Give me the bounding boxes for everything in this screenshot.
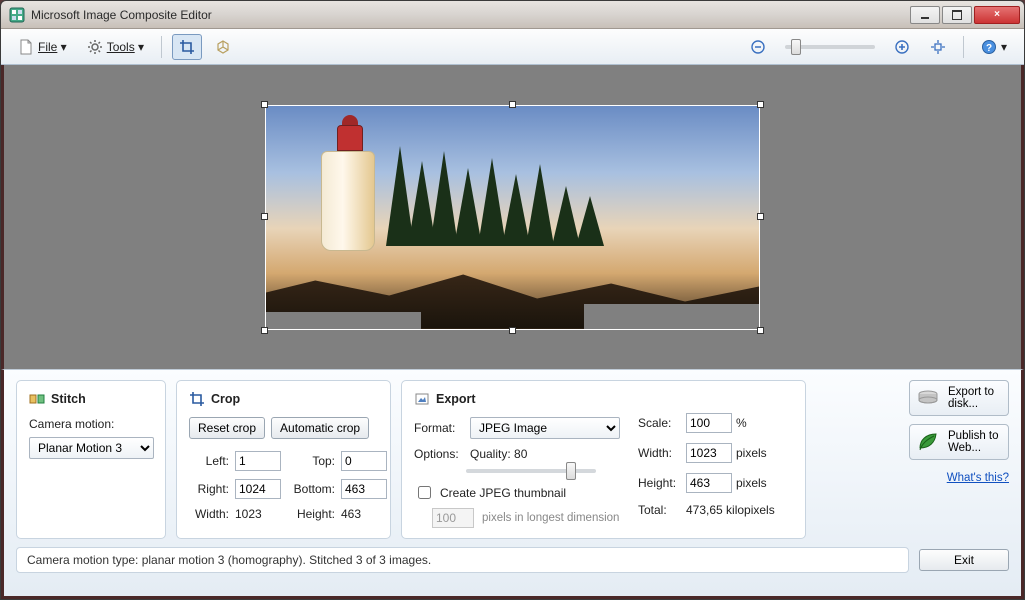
quality-slider-thumb[interactable] (566, 462, 576, 480)
tools-menu[interactable]: Tools ▾ (80, 34, 151, 60)
stitch-heading: Stitch (51, 392, 86, 406)
quality-label: Quality: 80 (470, 447, 527, 461)
app-window: Microsoft Image Composite Editor × File … (0, 0, 1025, 600)
crop-icon (179, 39, 195, 55)
zoom-out-button[interactable] (743, 34, 773, 60)
export-height-label: Height: (638, 476, 686, 490)
maximize-button[interactable] (942, 6, 972, 24)
camera-motion-select[interactable]: Planar Motion 3 (29, 437, 154, 459)
crop-right-input[interactable] (235, 479, 281, 499)
zoom-slider-thumb[interactable] (791, 39, 801, 55)
crop-width-value: 1023 (235, 507, 285, 521)
crop-handle[interactable] (757, 213, 764, 220)
crop-handle[interactable] (261, 101, 268, 108)
file-icon (18, 39, 34, 55)
close-button[interactable]: × (974, 6, 1020, 24)
app-icon (9, 7, 25, 23)
export-total-value: 473,65 kilopixels (686, 503, 806, 517)
stitch-panel: Stitch Camera motion: Planar Motion 3 (16, 380, 166, 539)
export-total-label: Total: (638, 503, 686, 517)
zoom-slider[interactable] (785, 45, 875, 49)
export-icon (414, 391, 430, 407)
export-panel: Export Format: JPEG Image Options: Quali… (401, 380, 806, 539)
crop-top-label: Top: (289, 454, 337, 468)
rotate-tool-button[interactable] (208, 34, 238, 60)
crop-handle[interactable] (757, 327, 764, 334)
thumbnail-checkbox-row[interactable]: Create JPEG thumbnail (414, 483, 620, 502)
export-to-disk-label: Export to disk... (948, 386, 1002, 410)
crop-width-label: Width: (189, 507, 231, 521)
zoom-in-button[interactable] (887, 34, 917, 60)
window-title: Microsoft Image Composite Editor (31, 8, 908, 22)
thumbnail-checkbox-label: Create JPEG thumbnail (440, 486, 566, 500)
camera-motion-label: Camera motion: (29, 417, 153, 431)
crop-handle[interactable] (509, 327, 516, 334)
whats-this-link[interactable]: What's this? (909, 472, 1009, 484)
crop-height-value: 463 (341, 507, 391, 521)
crop-selection[interactable] (265, 105, 760, 330)
thumbnail-suffix: pixels in longest dimension (482, 512, 619, 524)
format-label: Format: (414, 421, 464, 435)
export-width-unit: pixels (736, 446, 806, 460)
help-icon: ? (981, 39, 997, 55)
crop-top-input[interactable] (341, 451, 387, 471)
thumbnail-size-input (432, 508, 474, 528)
zoom-in-icon (894, 39, 910, 55)
file-menu[interactable]: File ▾ (11, 34, 74, 60)
crop-handle[interactable] (261, 327, 268, 334)
format-select[interactable]: JPEG Image (470, 417, 620, 439)
export-width-label: Width: (638, 446, 686, 460)
automatic-crop-button[interactable]: Automatic crop (271, 417, 369, 439)
export-height-unit: pixels (736, 476, 806, 490)
options-label: Options: (414, 447, 464, 461)
crop-handle[interactable] (261, 213, 268, 220)
export-heading: Export (436, 392, 476, 406)
crop-icon (189, 391, 205, 407)
cube-icon (215, 39, 231, 55)
export-height-input[interactable] (686, 473, 732, 493)
crop-bottom-label: Bottom: (289, 482, 337, 496)
side-actions: Export to disk... Publish to Web... What… (909, 380, 1009, 539)
export-to-disk-button[interactable]: Export to disk... (909, 380, 1009, 416)
panel-strip: Stitch Camera motion: Planar Motion 3 Cr… (1, 369, 1024, 599)
help-menu[interactable]: ? ▾ (974, 34, 1014, 60)
scale-input[interactable] (686, 413, 732, 433)
publish-to-web-label: Publish to Web... (948, 430, 1002, 454)
minimize-button[interactable] (910, 6, 940, 24)
crop-tool-button[interactable] (172, 34, 202, 60)
reset-crop-button[interactable]: Reset crop (189, 417, 265, 439)
fit-button[interactable] (923, 34, 953, 60)
toolbar: File ▾ Tools ▾ ? ▾ (1, 29, 1024, 65)
canvas-area[interactable] (1, 65, 1024, 369)
thumbnail-checkbox[interactable] (418, 486, 431, 499)
crop-left-input[interactable] (235, 451, 281, 471)
status-bar: Camera motion type: planar motion 3 (hom… (16, 547, 909, 573)
zoom-out-icon (750, 39, 766, 55)
fit-icon (930, 39, 946, 55)
crop-left-label: Left: (189, 454, 231, 468)
composite-preview (265, 105, 760, 330)
scale-label: Scale: (638, 416, 686, 430)
export-width-input[interactable] (686, 443, 732, 463)
scale-unit: % (736, 416, 806, 430)
exit-button[interactable]: Exit (919, 549, 1009, 571)
crop-handle[interactable] (757, 101, 764, 108)
quality-slider[interactable] (466, 469, 596, 473)
stitch-icon (29, 391, 45, 407)
gear-icon (87, 39, 103, 55)
toolbar-separator (963, 36, 964, 58)
toolbar-separator (161, 36, 162, 58)
crop-handle[interactable] (509, 101, 516, 108)
crop-height-label: Height: (289, 507, 337, 521)
crop-heading: Crop (211, 392, 240, 406)
publish-to-web-button[interactable]: Publish to Web... (909, 424, 1009, 460)
crop-right-label: Right: (189, 482, 231, 496)
disk-icon (916, 386, 940, 410)
title-bar: Microsoft Image Composite Editor × (1, 1, 1024, 29)
leaf-icon (916, 430, 940, 454)
crop-panel: Crop Reset crop Automatic crop Left: Top… (176, 380, 391, 539)
svg-text:?: ? (986, 43, 992, 54)
crop-bottom-input[interactable] (341, 479, 387, 499)
